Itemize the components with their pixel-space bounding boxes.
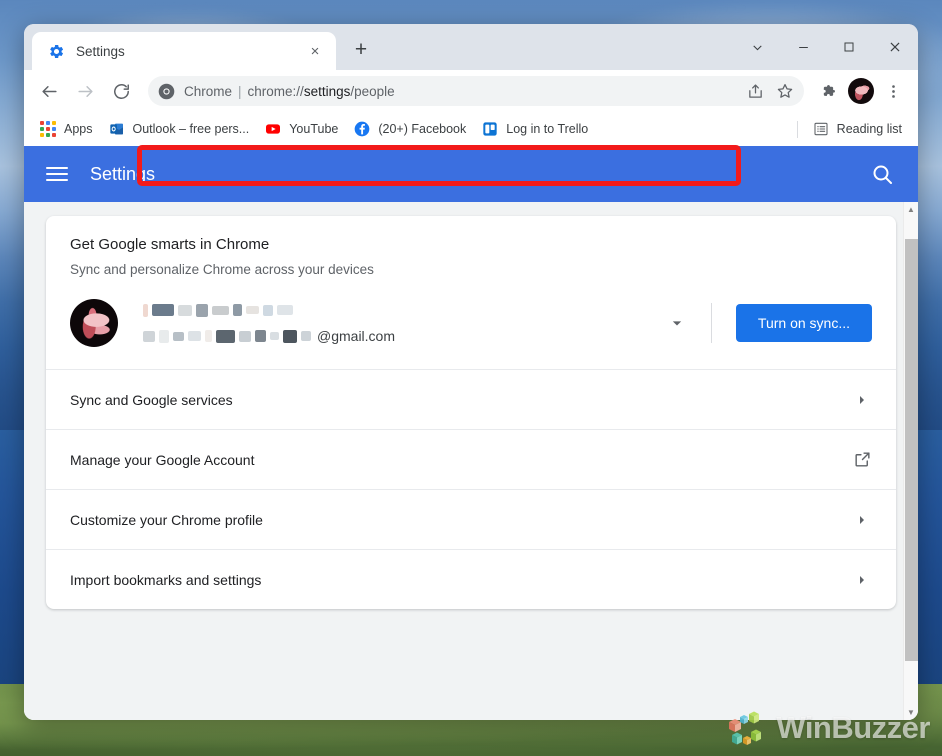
hamburger-menu-icon[interactable] <box>46 163 68 185</box>
toolbar-right-actions <box>812 74 910 108</box>
page-title: Settings <box>90 163 156 184</box>
address-bar-text: Chrome | chrome://settings/people <box>184 84 740 99</box>
reading-list-icon <box>813 121 829 137</box>
bookmark-item-trello[interactable]: Log in to Trello <box>474 116 596 142</box>
settings-row-label: Manage your Google Account <box>70 451 255 468</box>
minimize-button[interactable] <box>780 26 826 68</box>
settings-row-import-bookmarks-and-settings[interactable]: Import bookmarks and settings <box>46 549 896 609</box>
settings-page: Settings Get Google smarts in Chrome Syn… <box>24 146 918 720</box>
sync-promo: Get Google smarts in Chrome Sync and per… <box>46 216 896 277</box>
star-icon[interactable] <box>770 76 800 106</box>
winbuzzer-watermark: WinBuzzer <box>726 708 930 748</box>
settings-row-label: Customize your Chrome profile <box>70 511 263 528</box>
browser-toolbar: Chrome | chrome://settings/people <box>24 70 918 112</box>
scrollbar-thumb[interactable] <box>904 239 918 661</box>
account-email-suffix: @gmail.com <box>317 328 396 345</box>
forward-arrow-icon[interactable] <box>68 74 102 108</box>
people-settings-card: Get Google smarts in Chrome Sync and per… <box>46 216 896 610</box>
settings-row-manage-your-google-account[interactable]: Manage your Google Account <box>46 429 896 489</box>
bookmark-apps[interactable]: Apps <box>32 116 101 142</box>
reload-icon[interactable] <box>104 74 138 108</box>
share-icon[interactable] <box>740 76 770 106</box>
omnibox-actions <box>740 76 800 106</box>
reading-list-label: Reading list <box>836 122 902 136</box>
new-tab-button[interactable]: + <box>346 35 376 65</box>
tab-strip: Settings × + <box>24 24 918 70</box>
settings-row-label: Sync and Google services <box>70 391 233 408</box>
omnibox-url-prefix: chrome:// <box>247 83 304 99</box>
omnibox-url-suffix: /people <box>350 83 395 99</box>
avatar <box>70 299 118 348</box>
omnibox-prefix: Chrome <box>184 83 233 99</box>
youtube-icon <box>265 121 281 137</box>
sync-promo-subtitle: Sync and personalize Chrome across your … <box>70 262 374 278</box>
divider <box>710 303 712 344</box>
reading-list-button[interactable]: Reading list <box>805 116 910 142</box>
settings-header: Settings <box>24 146 918 202</box>
external-link-icon <box>852 450 872 470</box>
turn-on-sync-button[interactable]: Turn on sync... <box>735 304 872 343</box>
vertical-scrollbar[interactable]: ▲ ▼ <box>903 202 918 720</box>
chrome-browser-window: Settings × + Chrome | chrome://settings/… <box>24 24 918 720</box>
bookmark-label: Log in to Trello <box>506 122 589 136</box>
apps-grid-icon <box>40 121 56 137</box>
tab-title: Settings <box>76 43 125 59</box>
redacted-email: @gmail.com <box>143 328 667 345</box>
chevron-right-icon <box>852 510 872 530</box>
search-icon[interactable] <box>870 162 894 186</box>
settings-row-customize-your-chrome-profile[interactable]: Customize your Chrome profile <box>46 489 896 549</box>
watermark-text: WinBuzzer <box>776 710 930 745</box>
account-row: @gmail.com Turn on sync... <box>46 277 896 369</box>
chrome-logo-icon <box>158 83 175 100</box>
scrollbar-track[interactable] <box>904 217 919 705</box>
outlook-icon <box>109 121 125 137</box>
winbuzzer-logo-icon <box>729 711 762 745</box>
settings-row-label: Import bookmarks and settings <box>70 571 262 588</box>
three-dot-menu-icon[interactable] <box>876 74 910 108</box>
settings-content: Get Google smarts in Chrome Sync and per… <box>24 202 918 720</box>
gear-icon <box>48 43 65 60</box>
window-controls <box>734 24 918 70</box>
sync-promo-title: Get Google smarts in Chrome <box>70 236 270 253</box>
address-bar[interactable]: Chrome | chrome://settings/people <box>148 76 804 106</box>
chevron-right-icon <box>852 390 872 410</box>
bookmarks-bar: Apps Outlook – free pers... YouTube (20+… <box>24 112 918 146</box>
chevron-down-icon[interactable] <box>667 313 687 333</box>
close-icon[interactable]: × <box>304 40 326 62</box>
omnibox-url-strong: settings <box>303 83 351 99</box>
bookmark-item-facebook[interactable]: (20+) Facebook <box>346 116 474 142</box>
puzzle-icon[interactable] <box>812 74 846 108</box>
maximize-button[interactable] <box>826 26 872 68</box>
browser-tab-settings[interactable]: Settings × <box>32 32 336 70</box>
bookmark-item-outlook[interactable]: Outlook – free pers... <box>101 116 258 142</box>
trello-icon <box>482 121 498 137</box>
scroll-up-arrow[interactable]: ▲ <box>904 202 919 217</box>
bookmark-label: Outlook – free pers... <box>132 122 250 136</box>
avatar[interactable] <box>848 78 874 104</box>
redacted-name <box>143 303 667 317</box>
omnibox-separator: | <box>238 83 242 99</box>
bookmark-apps-label: Apps <box>64 122 93 136</box>
back-arrow-icon[interactable] <box>32 74 66 108</box>
close-button[interactable] <box>872 26 918 68</box>
chevron-right-icon <box>852 570 872 590</box>
facebook-icon <box>354 121 370 137</box>
bookmark-item-youtube[interactable]: YouTube <box>257 116 346 142</box>
tab-search-button[interactable] <box>734 26 780 68</box>
divider <box>796 120 798 138</box>
bookmark-label: YouTube <box>289 122 339 136</box>
account-identity: @gmail.com <box>143 303 667 345</box>
bookmark-label: (20+) Facebook <box>378 122 467 136</box>
settings-row-sync-and-google-services[interactable]: Sync and Google services <box>46 369 896 429</box>
